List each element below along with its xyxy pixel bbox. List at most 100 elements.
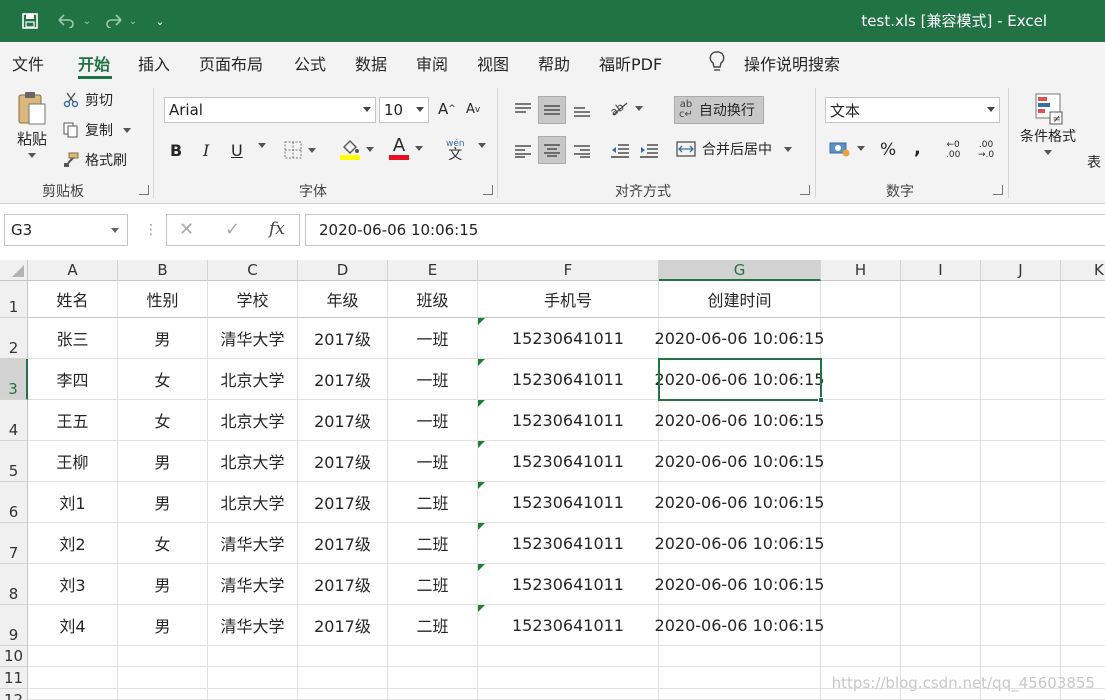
undo-dropdown-icon[interactable]: ⌄ bbox=[80, 10, 94, 32]
table-cell[interactable]: 男 bbox=[118, 441, 208, 482]
table-cell[interactable] bbox=[821, 605, 901, 646]
table-cell[interactable]: 李四 bbox=[28, 359, 118, 400]
table-cell[interactable]: 2017级 bbox=[298, 605, 388, 646]
table-cell[interactable]: 2020-06-06 10:06:15 bbox=[655, 482, 824, 523]
underline-dropdown[interactable] bbox=[252, 143, 266, 148]
table-cell[interactable]: 15230641011 bbox=[478, 482, 659, 523]
align-bottom-icon[interactable] bbox=[570, 98, 594, 124]
column-header-k[interactable]: K bbox=[1061, 260, 1105, 281]
column-header-b[interactable]: B bbox=[118, 260, 208, 281]
table-cell[interactable] bbox=[1061, 441, 1105, 482]
number-format-select[interactable]: 文本 bbox=[825, 97, 1000, 123]
table-cell[interactable]: 二班 bbox=[388, 523, 478, 564]
table-cell[interactable]: 清华大学 bbox=[208, 564, 298, 605]
cancel-icon[interactable]: ✕ bbox=[179, 219, 194, 240]
table-cell[interactable]: 一班 bbox=[388, 400, 478, 441]
table-cell[interactable]: 男 bbox=[118, 605, 208, 646]
align-left-icon[interactable] bbox=[511, 138, 535, 164]
align-right-icon[interactable] bbox=[570, 138, 594, 164]
column-header-j[interactable]: J bbox=[981, 260, 1061, 281]
cell-f1[interactable]: 手机号 bbox=[478, 281, 659, 318]
table-cell[interactable] bbox=[901, 400, 981, 441]
table-cell[interactable]: 2017级 bbox=[298, 523, 388, 564]
table-cell[interactable] bbox=[901, 523, 981, 564]
row-header-9[interactable]: 9 bbox=[0, 605, 28, 646]
row-header-1[interactable]: 1 bbox=[0, 281, 28, 318]
table-cell[interactable]: 北京大学 bbox=[208, 482, 298, 523]
table-cell[interactable]: 2020-06-06 10:06:15 bbox=[655, 564, 824, 605]
table-cell[interactable]: 王五 bbox=[28, 400, 118, 441]
table-cell[interactable] bbox=[981, 482, 1061, 523]
table-cell[interactable]: 15230641011 bbox=[478, 441, 659, 482]
table-cell[interactable]: 刘3 bbox=[28, 564, 118, 605]
row-header-8[interactable]: 8 bbox=[0, 564, 28, 605]
table-cell[interactable]: 2017级 bbox=[298, 482, 388, 523]
table-cell[interactable] bbox=[28, 667, 118, 689]
table-cell[interactable] bbox=[981, 523, 1061, 564]
cell-k1[interactable] bbox=[1061, 281, 1105, 318]
tab-data[interactable]: 数据 bbox=[355, 51, 387, 75]
tab-insert[interactable]: 插入 bbox=[138, 51, 170, 75]
table-cell[interactable] bbox=[478, 689, 659, 700]
dialog-launcher-icon[interactable] bbox=[800, 185, 810, 195]
cell-h1[interactable] bbox=[821, 281, 901, 318]
save-icon[interactable] bbox=[18, 10, 42, 32]
borders-button[interactable] bbox=[284, 141, 316, 159]
tab-view[interactable]: 视图 bbox=[477, 51, 509, 75]
table-cell[interactable] bbox=[821, 400, 901, 441]
table-cell[interactable]: 二班 bbox=[388, 564, 478, 605]
selected-cell-g3[interactable]: 2020-06-06 10:06:15 bbox=[655, 359, 824, 400]
table-cell[interactable] bbox=[1061, 482, 1105, 523]
align-top-icon[interactable] bbox=[511, 96, 535, 122]
align-middle-icon[interactable] bbox=[538, 96, 566, 124]
table-cell[interactable]: 二班 bbox=[388, 482, 478, 523]
table-cell[interactable]: 15230641011 bbox=[478, 400, 659, 441]
table-cell[interactable]: 清华大学 bbox=[208, 605, 298, 646]
decrease-indent-icon[interactable] bbox=[608, 138, 632, 164]
row-header-6[interactable]: 6 bbox=[0, 482, 28, 523]
bold-button[interactable]: B bbox=[170, 141, 182, 160]
table-cell[interactable] bbox=[1061, 646, 1105, 667]
column-header-e[interactable]: E bbox=[388, 260, 478, 281]
table-cell[interactable] bbox=[821, 564, 901, 605]
table-cell[interactable] bbox=[981, 441, 1061, 482]
table-cell[interactable]: 男 bbox=[118, 318, 208, 359]
insert-function-icon[interactable]: fx bbox=[269, 219, 285, 239]
comma-style-button[interactable]: , bbox=[914, 138, 921, 159]
cell-i1[interactable] bbox=[901, 281, 981, 318]
table-cell[interactable] bbox=[1061, 359, 1105, 400]
table-cell[interactable] bbox=[821, 359, 901, 400]
table-cell[interactable] bbox=[28, 646, 118, 667]
name-box[interactable]: G3 bbox=[4, 214, 128, 246]
table-cell[interactable]: 2017级 bbox=[298, 441, 388, 482]
column-header-c[interactable]: C bbox=[208, 260, 298, 281]
table-cell[interactable] bbox=[901, 441, 981, 482]
table-cell[interactable]: 2017级 bbox=[298, 564, 388, 605]
phonetic-dropdown[interactable] bbox=[472, 143, 486, 148]
table-cell[interactable] bbox=[821, 441, 901, 482]
table-cell[interactable]: 2020-06-06 10:06:15 bbox=[655, 441, 824, 482]
cell-b1[interactable]: 性别 bbox=[118, 281, 208, 318]
italic-button[interactable]: I bbox=[203, 141, 209, 160]
undo-icon[interactable] bbox=[54, 10, 78, 32]
table-cell[interactable] bbox=[118, 689, 208, 700]
table-cell[interactable] bbox=[388, 646, 478, 667]
phonetic-guide-icon[interactable]: wén 文 bbox=[446, 139, 465, 162]
tab-home[interactable]: 开始 bbox=[78, 51, 110, 75]
table-cell[interactable] bbox=[1061, 523, 1105, 564]
customize-quick-access-icon[interactable]: ⌄ bbox=[152, 10, 168, 32]
dialog-launcher-icon[interactable] bbox=[139, 185, 149, 195]
table-cell[interactable]: 北京大学 bbox=[208, 441, 298, 482]
table-cell[interactable] bbox=[981, 564, 1061, 605]
select-all-corner[interactable] bbox=[0, 260, 28, 281]
wrap-text-button[interactable]: ab c↵ 自动换行 bbox=[674, 96, 764, 124]
row-header-4[interactable]: 4 bbox=[0, 400, 28, 441]
table-cell[interactable] bbox=[821, 482, 901, 523]
row-header-10[interactable]: 10 bbox=[0, 646, 28, 667]
table-cell[interactable]: 王柳 bbox=[28, 441, 118, 482]
table-cell[interactable] bbox=[981, 318, 1061, 359]
tab-page-layout[interactable]: 页面布局 bbox=[199, 51, 263, 75]
redo-dropdown-icon[interactable]: ⌄ bbox=[126, 10, 140, 32]
column-header-g[interactable]: G bbox=[659, 260, 821, 281]
table-cell[interactable]: 刘1 bbox=[28, 482, 118, 523]
